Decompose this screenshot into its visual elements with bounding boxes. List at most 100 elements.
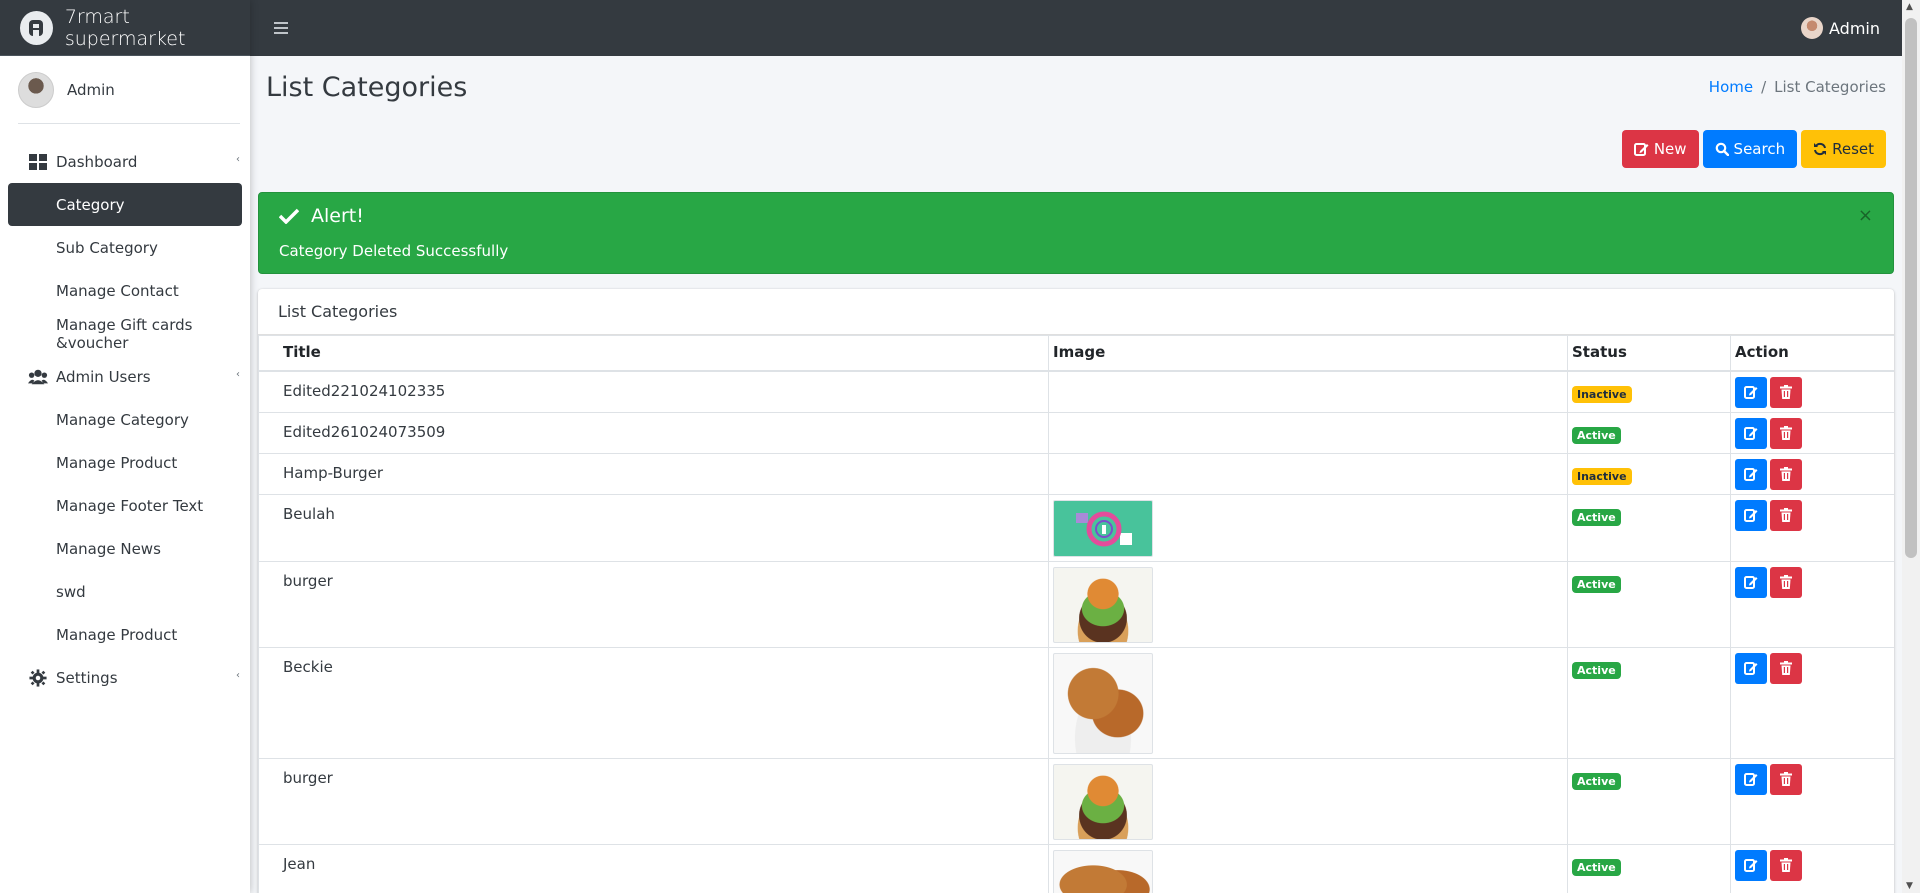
edit-button[interactable] (1735, 652, 1767, 684)
new-button[interactable]: New (1621, 130, 1699, 168)
status-badge[interactable]: Inactive (1572, 385, 1632, 403)
row-status-cell: Active (1567, 646, 1731, 759)
row-title: Beckie (258, 646, 1049, 759)
sidebar-item-gift-cards[interactable]: Manage Gift cards &voucher (8, 312, 242, 355)
row-image-cell (1048, 843, 1568, 893)
breadcrumb: Home / List Categories (1709, 78, 1886, 96)
brand-logo-icon (20, 10, 53, 45)
sidebar-item-category[interactable]: Category (8, 183, 242, 226)
delete-button[interactable] (1770, 566, 1802, 598)
sidebar-item-manage-product[interactable]: Manage Product (8, 441, 242, 484)
row-actions (1735, 376, 1890, 408)
status-badge[interactable]: Active (1572, 858, 1621, 876)
sidebar-item-manage-product-2[interactable]: Manage Product (8, 613, 242, 656)
edit-button[interactable] (1735, 763, 1767, 795)
row-actions (1735, 849, 1890, 881)
row-image-cell (1048, 560, 1568, 648)
sidebar-user-panel[interactable]: Admin (18, 56, 240, 124)
sidebar-item-label: Settings (56, 668, 118, 687)
row-status-cell: Active (1567, 411, 1731, 454)
sidebar-item-admin-users[interactable]: Admin Users ‹ (8, 355, 242, 398)
alert-title: Alert! (279, 205, 364, 227)
delete-button[interactable] (1770, 376, 1802, 408)
row-image-cell (1048, 452, 1568, 495)
row-title: Beulah (258, 493, 1049, 562)
delete-button[interactable] (1770, 763, 1802, 795)
close-icon[interactable]: × (1858, 205, 1873, 226)
sidebar-item-label: Dashboard (56, 152, 138, 171)
main-content: List Categories Home / List Categories New… (250, 56, 1902, 893)
delete-button[interactable] (1770, 499, 1802, 531)
sidebar-item-manage-category[interactable]: Manage Category (8, 398, 242, 441)
sidebar-item-manage-footer-text[interactable]: Manage Footer Text (8, 484, 242, 527)
reset-button[interactable]: Reset (1801, 130, 1886, 168)
edit-button[interactable] (1735, 376, 1767, 408)
users-icon (28, 369, 48, 385)
status-badge[interactable]: Inactive (1572, 467, 1632, 485)
sidebar-item-swd[interactable]: swd (8, 570, 242, 613)
edit-button[interactable] (1735, 566, 1767, 598)
row-actions (1735, 652, 1890, 684)
column-header-image: Image (1048, 335, 1568, 372)
delete-button[interactable] (1770, 417, 1802, 449)
sidebar-item-manage-news[interactable]: Manage News (8, 527, 242, 570)
row-actions (1735, 417, 1890, 449)
sidebar-item-label: Manage Product (56, 625, 178, 644)
alert-title-text: Alert! (311, 205, 364, 227)
category-image (1053, 499, 1153, 557)
table-row: burger Active (258, 757, 1894, 845)
sidebar-item-manage-contact[interactable]: Manage Contact (8, 269, 242, 312)
edit-button[interactable] (1735, 849, 1767, 881)
trash-icon (1780, 508, 1792, 522)
scroll-down-arrow-icon[interactable]: ▼ (1906, 881, 1913, 891)
alert-message: Category Deleted Successfully (279, 242, 509, 260)
edit-button[interactable] (1735, 417, 1767, 449)
edit-button[interactable] (1735, 458, 1767, 490)
delete-button[interactable] (1770, 652, 1802, 684)
sidebar-item-label: Sub Category (56, 238, 158, 257)
top-navbar: Admin (250, 0, 1902, 56)
scroll-thumb[interactable] (1905, 18, 1917, 558)
menu-toggle-icon[interactable] (274, 22, 288, 34)
row-action-cell (1730, 757, 1894, 845)
delete-button[interactable] (1770, 458, 1802, 490)
status-badge[interactable]: Active (1572, 426, 1621, 444)
delete-button[interactable] (1770, 849, 1802, 881)
row-title: Jean (258, 843, 1049, 893)
status-badge[interactable]: Active (1572, 772, 1621, 790)
row-status-cell: Active (1567, 757, 1731, 845)
table-row: Beulah Active (258, 493, 1894, 562)
table-row: Edited261024073509 Active (258, 411, 1894, 454)
gear-icon (29, 669, 47, 687)
status-badge[interactable]: Active (1572, 508, 1621, 526)
row-title: Edited261024073509 (258, 411, 1049, 454)
table-body: Edited221024102335 Inactive Edited26102407… (258, 370, 1894, 893)
sidebar-item-label: Manage News (56, 539, 161, 558)
sidebar-item-settings[interactable]: Settings ‹ (8, 656, 242, 699)
scroll-up-arrow-icon[interactable]: ▲ (1906, 2, 1913, 12)
search-button[interactable]: Search (1702, 130, 1798, 168)
row-status-cell: Inactive (1567, 452, 1731, 495)
row-status-cell: Active (1567, 493, 1731, 562)
brand-link[interactable]: 7rmart supermarket (0, 0, 250, 56)
trash-icon (1780, 467, 1792, 481)
breadcrumb-separator: / (1761, 78, 1767, 96)
chevron-left-icon: ‹ (236, 670, 240, 681)
sidebar-item-sub-category[interactable]: Sub Category (8, 226, 242, 269)
edit-icon (1744, 773, 1758, 786)
row-action-cell (1730, 843, 1894, 893)
top-user-menu[interactable]: Admin (1801, 17, 1880, 39)
sidebar-item-label: Manage Product (56, 453, 178, 472)
row-title: burger (258, 560, 1049, 648)
sidebar-item-dashboard[interactable]: Dashboard ‹ (8, 140, 242, 183)
page-scrollbar[interactable]: ▲ ▼ (1902, 0, 1920, 893)
edit-button[interactable] (1735, 499, 1767, 531)
success-alert: Alert! Category Deleted Successfully × (258, 192, 1894, 274)
row-actions (1735, 763, 1890, 795)
sidebar-user-name[interactable]: Admin (67, 81, 115, 99)
status-badge[interactable]: Active (1572, 661, 1621, 679)
row-image-cell (1048, 493, 1568, 562)
status-badge[interactable]: Active (1572, 575, 1621, 593)
chevron-left-icon: ‹ (236, 154, 240, 165)
breadcrumb-home-link[interactable]: Home (1709, 78, 1753, 96)
